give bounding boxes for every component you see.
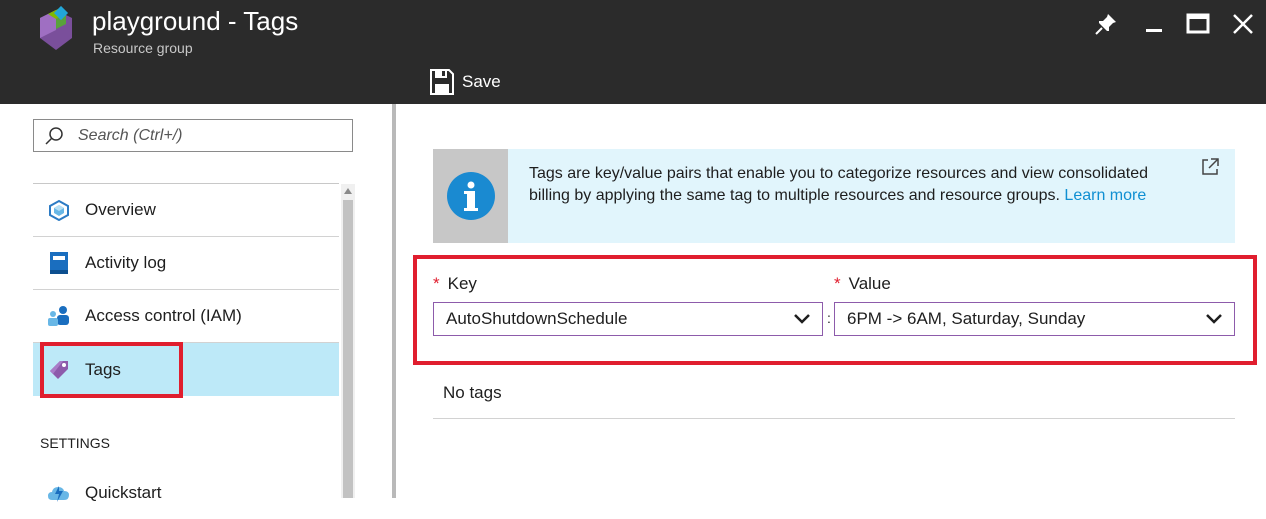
section-heading-settings: SETTINGS [40,435,111,451]
sidebar-item-overview[interactable]: Overview [33,184,339,237]
scroll-up-icon[interactable] [341,184,355,198]
page-subtitle: Resource group [93,40,193,56]
value-label-text: Value [848,274,891,293]
required-mark: * [834,274,841,293]
search-box[interactable] [33,119,353,152]
users-icon [47,304,71,328]
minimize-icon[interactable] [1140,10,1168,38]
panel-divider [392,104,396,498]
external-link-icon[interactable] [1200,157,1220,177]
learn-more-link[interactable]: Learn more [1064,187,1146,204]
chevron-down-icon [794,314,810,324]
save-icon [430,69,454,95]
close-icon[interactable] [1229,10,1257,38]
value-label: * Value [834,274,891,294]
sidebar-item-access-control[interactable]: Access control (IAM) [33,290,339,343]
page-title: playground - Tags [92,6,299,36]
save-button[interactable]: Save [430,68,501,96]
info-description: Tags are key/value pairs that enable you… [529,165,1149,204]
key-label-text: Key [447,274,477,293]
sidebar-item-tags[interactable]: Tags [33,343,339,396]
sidebar-item-label: Tags [85,359,121,379]
info-icon [446,172,495,220]
activity-log-icon [47,251,71,275]
value-dropdown[interactable]: 6PM -> 6AM, Saturday, Sunday [834,302,1235,336]
sidebar-item-label: Activity log [85,253,167,272]
empty-tags-text: No tags [443,383,502,402]
info-text: Tags are key/value pairs that enable you… [529,163,1189,207]
sidebar-item-label: Quickstart [85,482,162,502]
key-dropdown-value: AutoShutdownSchedule [446,309,628,328]
sidebar-item-label: Access control (IAM) [85,306,242,325]
key-label: * Key [433,274,477,294]
resource-group-icon [40,6,72,50]
info-icon-container [433,149,508,243]
chevron-down-icon [1206,314,1222,324]
key-value-separator: : [827,310,831,326]
scrollbar-thumb[interactable] [343,200,353,498]
value-dropdown-value: 6PM -> 6AM, Saturday, Sunday [847,309,1086,328]
key-dropdown[interactable]: AutoShutdownSchedule [433,302,823,336]
sidebar-item-label: Overview [85,200,156,219]
required-mark: * [433,274,440,293]
sidebar-item-activity-log[interactable]: Activity log [33,237,339,290]
overview-cube-icon [47,198,71,222]
quickstart-cloud-icon [47,481,71,505]
sidebar-item-quickstart[interactable]: Quickstart [33,466,339,519]
search-input[interactable] [76,125,330,146]
tag-icon [47,358,71,382]
maximize-icon[interactable] [1184,10,1212,38]
save-label: Save [462,72,501,91]
tags-list-divider [433,418,1235,419]
pin-icon[interactable] [1092,10,1120,38]
blade-header: playground - Tags Resource group Save [0,0,1266,104]
search-icon [45,126,63,145]
